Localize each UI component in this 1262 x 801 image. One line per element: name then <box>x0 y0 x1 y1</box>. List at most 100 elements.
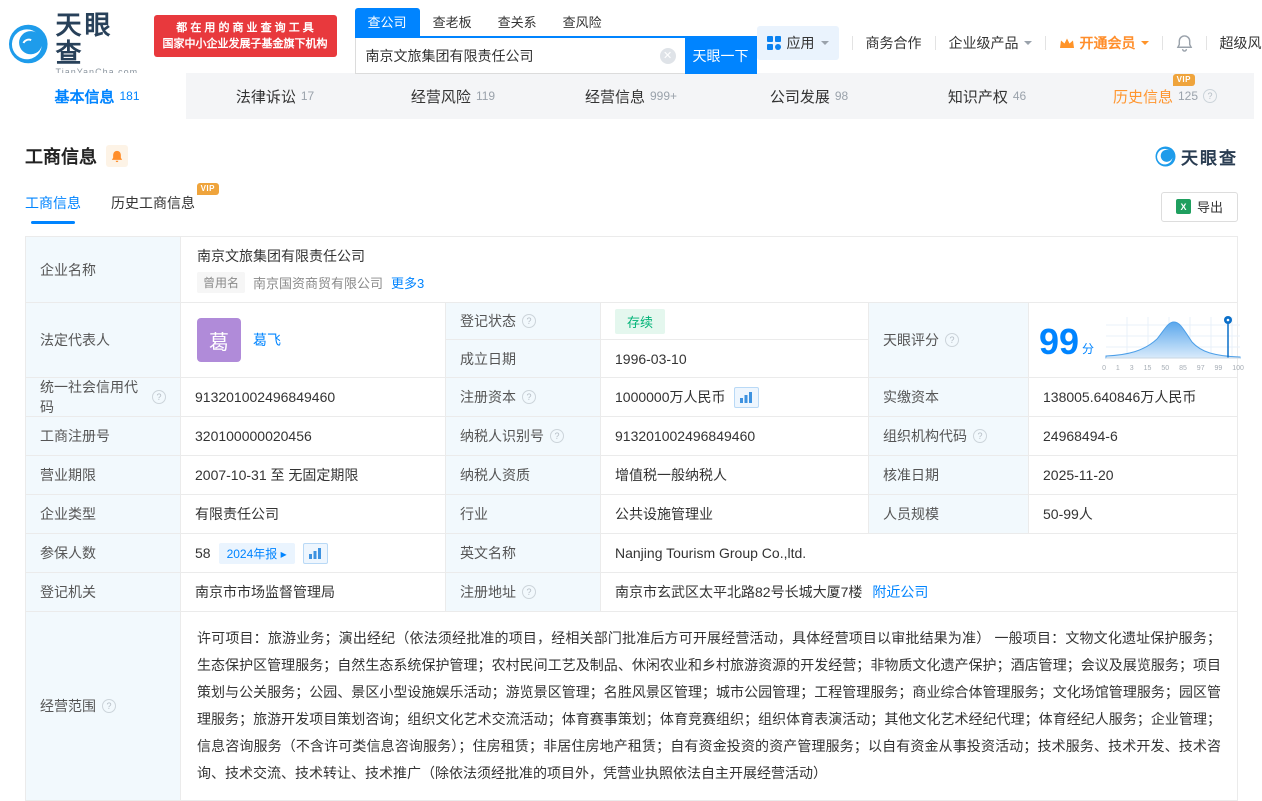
company-type-value: 有限责任公司 <box>181 495 446 534</box>
business-term-value: 2007-10-31 至 无固定期限 <box>181 456 446 495</box>
score-label: 天眼评分? <box>869 303 1029 378</box>
help-icon[interactable]: ? <box>522 314 536 328</box>
nearby-companies-link[interactable]: 附近公司 <box>872 582 928 602</box>
taxpayer-quality-label: 纳税人资质 <box>446 456 601 495</box>
insured-count-label: 参保人数 <box>26 534 181 573</box>
tab-basic-info[interactable]: 基本信息 181 <box>8 73 186 119</box>
former-name: 南京国资商贸有限公司 <box>253 276 384 291</box>
org-code-label: 组织机构代码? <box>869 417 1029 456</box>
help-icon[interactable]: ? <box>522 390 536 404</box>
apps-grid-icon <box>766 36 781 50</box>
apps-menu[interactable]: 应用 <box>756 26 839 60</box>
divider <box>1044 36 1046 50</box>
menu-open-membership[interactable]: 开通会员 <box>1059 33 1149 53</box>
annual-report-tag[interactable]: 2024年报 ▸ <box>218 542 295 564</box>
divider <box>1205 36 1207 50</box>
taxpayer-quality-value: 增值税一般纳税人 <box>601 456 869 495</box>
search-tab-boss[interactable]: 查老板 <box>420 8 485 36</box>
subtab-business-info[interactable]: 工商信息 <box>25 189 81 224</box>
help-icon[interactable]: ? <box>102 699 116 713</box>
section-header: 工商信息 天眼查 <box>25 143 1238 169</box>
search-tab-company[interactable]: 查公司 <box>354 8 420 36</box>
company-type-label: 企业类型 <box>26 495 181 534</box>
monitor-bell-button[interactable] <box>106 145 128 167</box>
help-icon[interactable]: ? <box>152 390 166 404</box>
approval-date-value: 2025-11-20 <box>1029 456 1237 495</box>
legal-rep-link[interactable]: 葛飞 <box>253 330 281 350</box>
chevron-down-icon <box>1140 41 1149 49</box>
search-tab-relation[interactable]: 查关系 <box>485 8 550 36</box>
industry-value: 公共设施管理业 <box>601 495 869 534</box>
search-area: 查公司 查老板 查关系 查风险 ✕ 天眼一下 <box>354 8 757 74</box>
search-input[interactable] <box>355 38 685 73</box>
menu-super-risk[interactable]: 超级风... <box>1220 33 1262 53</box>
more-former-names-link[interactable]: 更多3 <box>391 273 424 292</box>
menu-business-cooperation[interactable]: 商务合作 <box>866 33 922 53</box>
reg-status-value: 存续 <box>601 303 869 340</box>
help-icon[interactable]: ? <box>945 333 959 347</box>
capital-trend-button[interactable] <box>733 386 759 408</box>
insured-trend-button[interactable] <box>302 542 328 564</box>
reg-authority-value: 南京市市场监督管理局 <box>181 573 446 612</box>
former-name-tag: 曾用名 <box>197 272 246 293</box>
help-icon[interactable]: ? <box>1203 89 1218 103</box>
header-menu: 应用 商务合作 企业级产品 开通会员 超级风... <box>756 26 1262 60</box>
help-icon[interactable]: ? <box>522 585 536 599</box>
notifications-button[interactable] <box>1176 34 1193 52</box>
score-number: 99 <box>1039 321 1080 362</box>
tab-company-development[interactable]: 公司发展 98 <box>720 73 898 119</box>
establish-date-value: 1996-03-10 <box>601 340 869 378</box>
company-name: 南京文旅集团有限责任公司 <box>197 248 365 264</box>
clear-search-icon[interactable]: ✕ <box>659 47 676 64</box>
tianyancha-logo-icon <box>8 24 48 64</box>
menu-enterprise-products[interactable]: 企业级产品 <box>949 33 1032 53</box>
business-scope-value: 许可项目：旅游业务；演出经纪（依法须经批准的项目，经相关部门批准后方可开展经营活… <box>197 630 1221 781</box>
credit-code-label: 统一社会信用代码? <box>26 378 181 417</box>
legal-rep-avatar: 葛 <box>197 318 241 362</box>
promo-line1: 都 在 用 的 商 业 查 询 工 具 <box>176 22 314 34</box>
chevron-down-icon <box>1023 41 1032 49</box>
search-tabs: 查公司 查老板 查关系 查风险 <box>354 8 757 38</box>
reg-number-value: 320100000020456 <box>181 417 446 456</box>
brand-logo[interactable]: 天眼查 TianYanCha.com <box>8 11 140 77</box>
tab-operation-info[interactable]: 经营信息 999+ <box>542 73 720 119</box>
reg-number-label: 工商注册号 <box>26 417 181 456</box>
score-distribution-chart: 0 1 3 15 50 85 97 99 100 <box>1102 313 1244 372</box>
promo-line2: 国家中小企业发展子基金旗下机构 <box>162 38 328 50</box>
help-icon[interactable]: ? <box>550 429 564 443</box>
staff-size-label: 人员规模 <box>869 495 1029 534</box>
org-code-value: 24968494-6 <box>1029 417 1237 456</box>
section-title: 工商信息 <box>25 147 97 167</box>
section-watermark: 天眼查 <box>1155 144 1238 169</box>
business-term-label: 营业期限 <box>26 456 181 495</box>
trend-chart-icon <box>309 547 322 559</box>
subtab-row: 工商信息 历史工商信息 VIP X 导出 <box>25 183 1238 224</box>
legal-rep-label: 法定代表人 <box>26 303 181 378</box>
business-scope-label: 经营范围? <box>26 612 181 800</box>
search-button[interactable]: 天眼一下 <box>684 38 757 74</box>
tab-operation-risk[interactable]: 经营风险 119 <box>364 73 542 119</box>
brand-name: 天眼查 <box>55 10 114 68</box>
insured-count-value: 58 2024年报 ▸ <box>181 534 446 573</box>
chevron-down-icon <box>820 41 829 49</box>
establish-date-label: 成立日期 <box>446 340 601 378</box>
tab-history-info[interactable]: 历史信息 VIP 125 ? <box>1076 73 1254 119</box>
watermark-brand-name: 天眼查 <box>1181 148 1238 168</box>
legal-rep-value: 葛 葛飞 <box>181 303 446 378</box>
score-axis-labels: 0 1 3 15 50 85 97 99 100 <box>1102 364 1244 372</box>
english-name-value: Nanjing Tourism Group Co.,ltd. <box>601 534 1237 573</box>
promo-badge: 都 在 用 的 商 业 查 询 工 具 国家中小企业发展子基金旗下机构 <box>153 15 337 57</box>
company-name-label: 企业名称 <box>26 237 181 303</box>
industry-label: 行业 <box>446 495 601 534</box>
tab-intellectual-property[interactable]: 知识产权 46 <box>898 73 1076 119</box>
site-header: 天眼查 TianYanCha.com 都 在 用 的 商 业 查 询 工 具 国… <box>0 0 1262 77</box>
vip-badge: VIP <box>196 183 219 195</box>
help-icon[interactable]: ? <box>973 429 987 443</box>
subtab-history-business-info[interactable]: 历史工商信息 VIP <box>111 183 219 224</box>
bell-icon <box>111 150 123 162</box>
search-tab-risk[interactable]: 查风险 <box>550 8 615 36</box>
export-button[interactable]: X 导出 <box>1160 191 1238 222</box>
tab-legal-litigation[interactable]: 法律诉讼 17 <box>186 73 364 119</box>
credit-code-value: 913201002496849460 <box>181 378 446 417</box>
divider <box>934 36 936 50</box>
